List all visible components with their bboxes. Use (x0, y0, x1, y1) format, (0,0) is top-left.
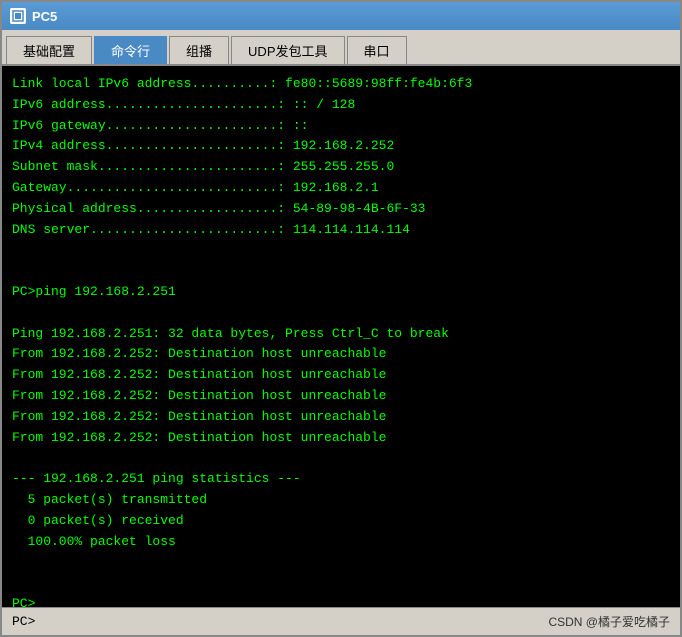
tab-command-line[interactable]: 命令行 (94, 36, 167, 64)
window: PC5 基础配置 命令行 组播 UDP发包工具 串口 Link local IP… (0, 0, 682, 637)
terminal-prompt: PC> (12, 614, 35, 629)
bottom-bar: PC> CSDN @橘子爱吃橘子 (2, 607, 680, 635)
terminal-area[interactable]: Link local IPv6 address..........: fe80:… (2, 66, 680, 607)
tab-bar: 基础配置 命令行 组播 UDP发包工具 串口 (2, 30, 680, 66)
terminal-output: Link local IPv6 address..........: fe80:… (12, 74, 670, 607)
tab-udp-tool[interactable]: UDP发包工具 (231, 36, 344, 64)
window-title: PC5 (32, 9, 57, 24)
watermark: CSDN @橘子爱吃橘子 (548, 613, 670, 630)
tab-serial[interactable]: 串口 (347, 36, 407, 64)
title-bar: PC5 (2, 2, 680, 30)
tab-basic-config[interactable]: 基础配置 (6, 36, 92, 64)
window-icon (10, 8, 26, 24)
tab-multicast[interactable]: 组播 (169, 36, 229, 64)
